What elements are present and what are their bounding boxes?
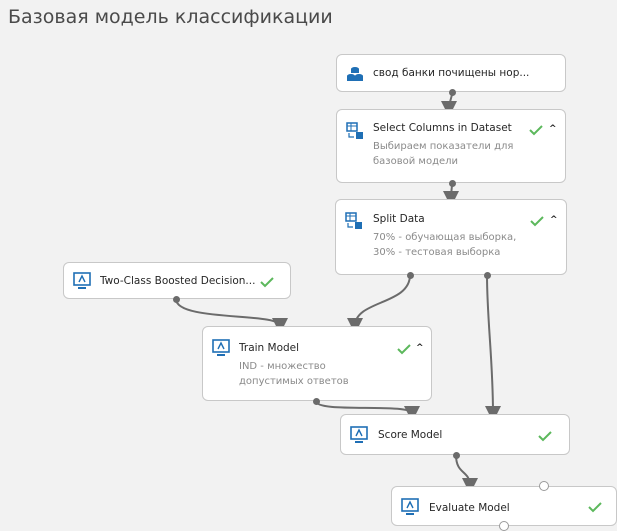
node-boosted-decision-tree[interactable]: Two-Class Boosted Decision... <box>63 262 291 299</box>
node-train-model-desc-line1: IND - множество <box>239 361 326 372</box>
edge-train-to-score <box>315 400 420 422</box>
port-split-out-right[interactable] <box>483 271 491 279</box>
node-train-model-desc-line2: допустимых ответов <box>239 376 349 387</box>
port-select-out[interactable] <box>448 179 456 187</box>
node-train-model-title: Train Model <box>239 342 300 354</box>
edge-boosted-to-train <box>175 298 288 334</box>
port-split-out-left[interactable] <box>406 271 414 279</box>
node-split-data-desc-line2: 30% - тестовая выборка <box>373 247 501 258</box>
checkmark-icon <box>260 277 274 288</box>
port-boosted-out[interactable] <box>172 295 180 303</box>
edge-split-to-train <box>347 274 411 334</box>
database-icon <box>347 67 363 81</box>
checkmark-icon <box>588 502 602 513</box>
node-evaluate-model-title: Evaluate Model <box>429 502 510 514</box>
monitor-icon <box>73 272 91 289</box>
edge-split-to-score <box>484 274 501 422</box>
port-dataset-out[interactable] <box>448 88 456 96</box>
node-select-columns-desc-line2: базовой модели <box>373 156 459 167</box>
collapse-caret-icon[interactable]: ^ <box>550 215 558 225</box>
table-transform-icon <box>345 212 362 229</box>
port-evaluate-in-right[interactable] <box>539 481 549 491</box>
port-train-out[interactable] <box>312 397 320 405</box>
node-split-data[interactable]: Split Data 70% - обучающая выборка, 30% … <box>335 199 567 275</box>
table-transform-icon <box>346 122 363 139</box>
node-select-columns-title: Select Columns in Dataset <box>373 122 512 134</box>
node-evaluate-model[interactable]: Evaluate Model <box>391 486 617 526</box>
collapse-caret-icon[interactable]: ^ <box>549 124 557 134</box>
node-split-data-title: Split Data <box>373 213 425 225</box>
node-score-model[interactable]: Score Model <box>340 414 570 455</box>
node-split-data-desc-line1: 70% - обучающая выборка, <box>373 232 517 243</box>
node-select-columns-desc-line1: Выбираем показатели для <box>373 141 514 152</box>
collapse-caret-icon[interactable]: ^ <box>416 343 424 353</box>
node-train-model[interactable]: Train Model IND - множество допустимых о… <box>202 326 432 401</box>
monitor-icon <box>401 498 419 515</box>
node-select-columns[interactable]: Select Columns in Dataset Выбираем показ… <box>336 109 566 183</box>
checkmark-icon <box>397 344 411 355</box>
monitor-icon <box>350 426 368 443</box>
node-dataset[interactable]: свод банки почищены нор... <box>336 54 566 92</box>
node-boosted-decision-tree-title: Two-Class Boosted Decision... <box>100 275 256 287</box>
checkmark-icon <box>530 216 544 227</box>
port-evaluate-out[interactable] <box>499 521 509 531</box>
edge-score-to-evaluate <box>455 454 478 494</box>
node-dataset-title: свод банки почищены нор... <box>373 67 530 79</box>
checkmark-icon <box>538 431 552 442</box>
monitor-icon <box>212 339 230 356</box>
checkmark-icon <box>529 125 543 136</box>
node-score-model-title: Score Model <box>378 429 443 441</box>
port-score-out[interactable] <box>452 451 460 459</box>
